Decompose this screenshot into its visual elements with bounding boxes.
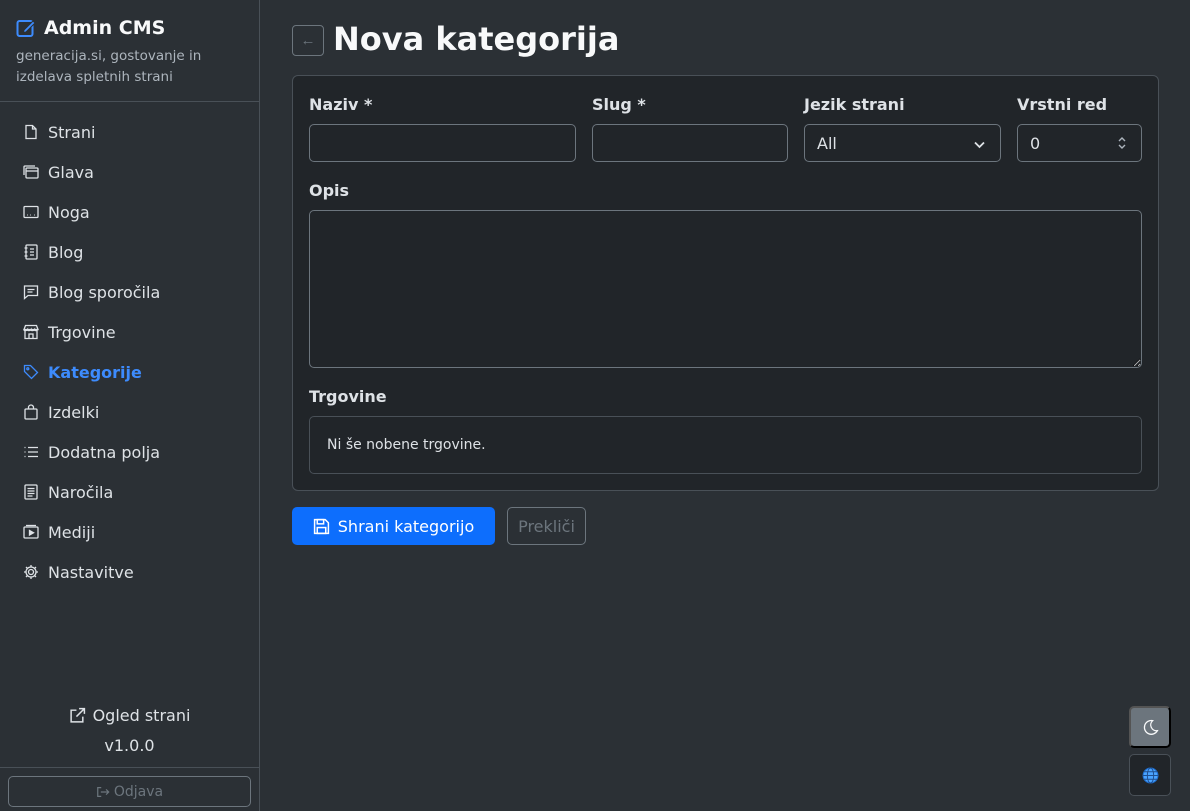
language-switch-button[interactable] <box>1129 754 1171 796</box>
floppy-disk-icon <box>313 518 330 535</box>
slug-field[interactable] <box>592 124 788 162</box>
sidebar-item-blog[interactable]: Blog <box>0 232 259 272</box>
sidebar-item-strani[interactable]: Strani <box>0 112 259 152</box>
sidebar-item-narocila[interactable]: Naročila <box>0 472 259 512</box>
sidebar-item-glava[interactable]: Glava <box>0 152 259 192</box>
tag-icon <box>23 364 39 380</box>
logout-icon <box>96 785 110 799</box>
sidebar-item-label: Mediji <box>48 522 96 542</box>
page-title: Nova kategorija <box>333 20 620 58</box>
save-label: Shrani kategorijo <box>337 516 475 536</box>
sidebar-item-nastavitve[interactable]: Nastavitve <box>0 552 259 592</box>
stores-list: Ni še nobene trgovine. <box>309 416 1142 474</box>
receipt-icon <box>23 484 39 500</box>
window-dots-icon <box>23 204 39 220</box>
sidebar-item-blog-sporocila[interactable]: Blog sporočila <box>0 272 259 312</box>
file-icon <box>23 124 39 140</box>
shop-icon <box>23 324 39 340</box>
order-stepper[interactable]: 0 <box>1017 124 1142 162</box>
preview-site-label: Ogled strani <box>92 705 191 725</box>
slug-label: Slug * <box>592 95 646 114</box>
sidebar-item-label: Nastavitve <box>48 562 134 582</box>
description-field[interactable] <box>309 210 1142 368</box>
brand: Admin CMS generacija.si, gostovanje in i… <box>0 0 259 102</box>
back-button[interactable]: ← <box>292 25 324 56</box>
sidebar-nav: Strani Glava Noga Blog Blog sporočila Tr… <box>0 102 259 592</box>
sidebar-item-kategorije[interactable]: Kategorije <box>0 352 259 392</box>
sidebar-item-mediji[interactable]: Mediji <box>0 512 259 552</box>
category-form-card: Naziv * Slug * Jezik strani All Vrstni r… <box>292 75 1159 491</box>
sidebar-item-label: Kategorije <box>48 362 142 382</box>
play-icon <box>23 524 39 540</box>
external-link-icon <box>69 707 86 724</box>
sidebar-item-label: Blog sporočila <box>48 282 161 302</box>
gear-icon <box>23 564 39 580</box>
preview-site-link[interactable]: Ogled strani <box>0 703 259 727</box>
arrow-left-icon: ← <box>300 32 316 49</box>
sidebar-item-label: Blog <box>48 242 84 262</box>
main-content: ← Nova kategorija Naziv * Slug * Jezik s… <box>260 0 1190 811</box>
sidebar-item-dodatna-polja[interactable]: Dodatna polja <box>0 432 259 472</box>
brand-title-text: Admin CMS <box>44 17 166 39</box>
sidebar: Admin CMS generacija.si, gostovanje in i… <box>0 0 260 811</box>
sidebar-item-label: Noga <box>48 202 90 222</box>
sidebar-item-noga[interactable]: Noga <box>0 192 259 232</box>
chat-icon <box>23 284 39 300</box>
name-field[interactable] <box>309 124 576 162</box>
bag-icon <box>23 404 39 420</box>
order-value: 0 <box>1030 133 1041 153</box>
pencil-square-icon <box>16 18 36 38</box>
brand-title[interactable]: Admin CMS <box>16 15 243 41</box>
language-label: Jezik strani <box>804 95 905 114</box>
sidebar-item-trgovine[interactable]: Trgovine <box>0 312 259 352</box>
stores-label: Trgovine <box>309 387 387 406</box>
window-stack-icon <box>23 164 39 180</box>
language-select-value: All <box>817 133 837 153</box>
chevron-down-icon <box>973 136 986 149</box>
sidebar-item-label: Trgovine <box>48 322 116 342</box>
stores-empty-text: Ni še nobene trgovine. <box>327 437 486 453</box>
moon-icon <box>1142 719 1159 736</box>
logout-label: Odjava <box>113 783 164 800</box>
language-select[interactable]: All <box>804 124 1001 162</box>
sidebar-item-label: Naročila <box>48 482 114 502</box>
logout-button[interactable]: Odjava <box>8 776 251 807</box>
save-category-button[interactable]: Shrani kategorijo <box>292 507 495 545</box>
order-label: Vrstni red <box>1017 95 1108 114</box>
sidebar-item-label: Strani <box>48 122 96 142</box>
brand-subtitle: generacija.si, gostovanje in izdelava sp… <box>16 48 202 85</box>
spinner-arrows-icon[interactable] <box>1117 134 1127 152</box>
globe-icon <box>1142 767 1159 784</box>
sidebar-item-label: Izdelki <box>48 402 100 422</box>
description-label: Opis <box>309 181 350 200</box>
journal-icon <box>23 244 39 260</box>
sidebar-item-label: Glava <box>48 162 94 182</box>
list-icon <box>23 444 39 460</box>
sidebar-item-label: Dodatna polja <box>48 442 161 462</box>
sidebar-item-izdelki[interactable]: Izdelki <box>0 392 259 432</box>
cancel-button[interactable]: Prekliči <box>507 507 586 545</box>
theme-toggle-button[interactable] <box>1129 706 1171 748</box>
name-label: Naziv * <box>309 95 373 114</box>
version-label: v1.0.0 <box>104 736 155 755</box>
sidebar-footer-divider <box>0 767 259 768</box>
